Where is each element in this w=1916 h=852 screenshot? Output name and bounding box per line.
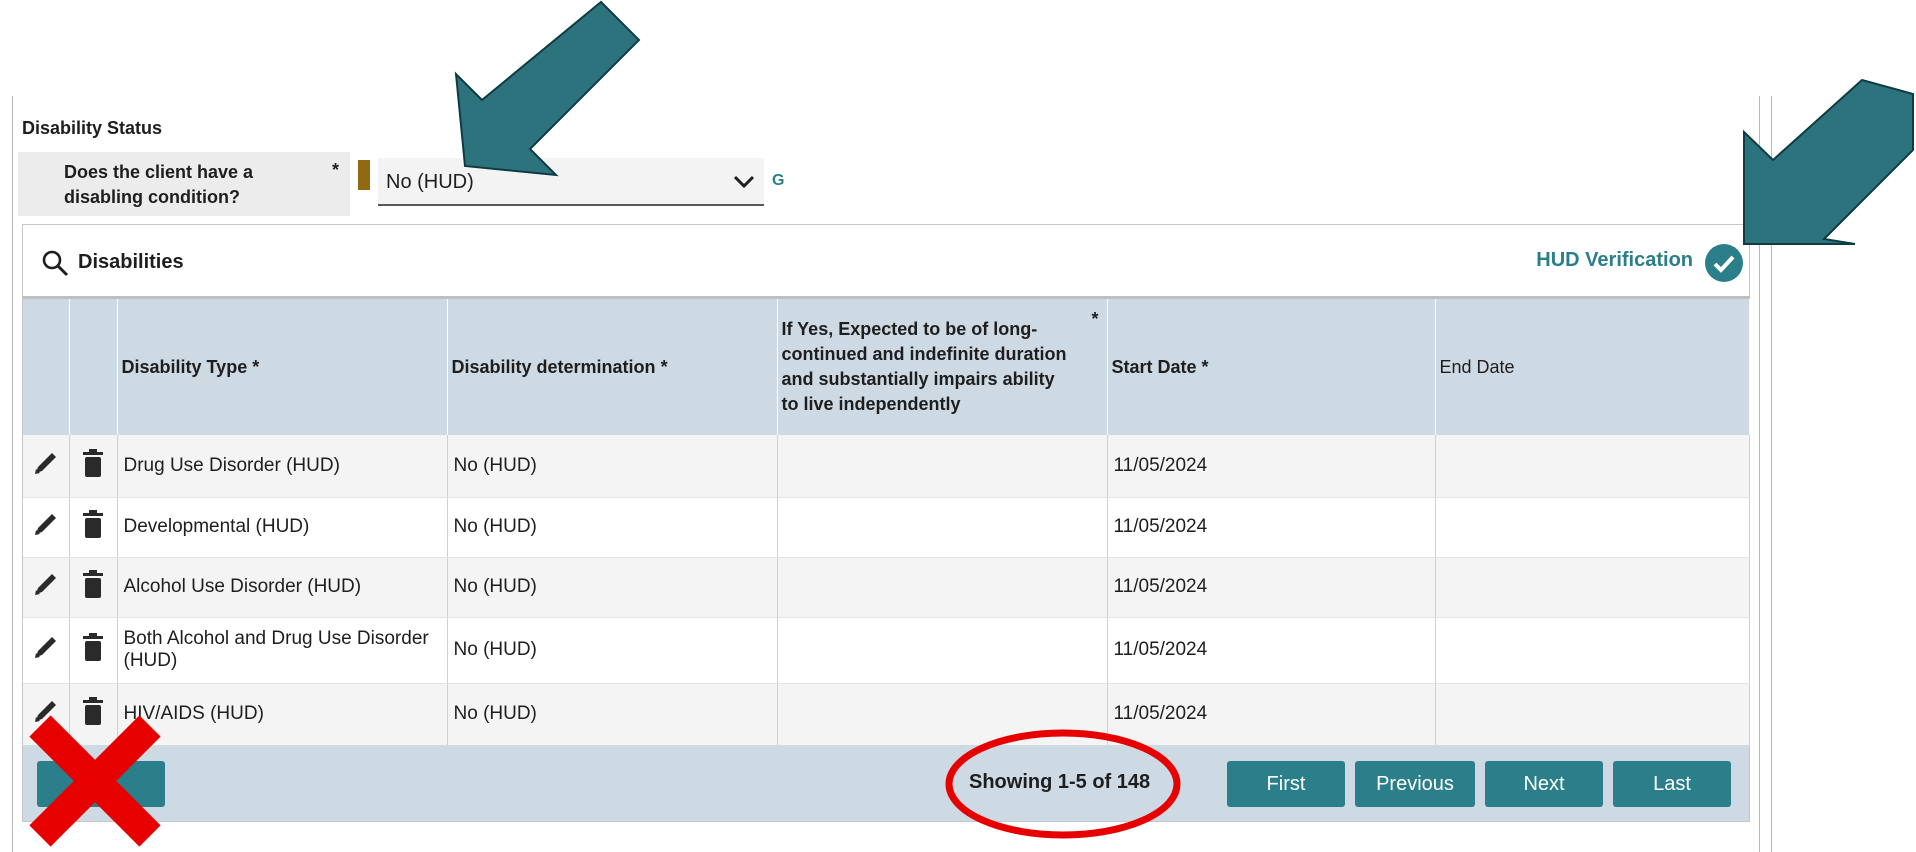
annotation-x-mark: [29, 715, 161, 847]
annotation-circle: [945, 729, 1181, 839]
annotation-arrow-right: [1743, 78, 1914, 245]
annotation-overlay: [29, 0, 1914, 847]
annotation-arrow-top: [454, 0, 641, 177]
